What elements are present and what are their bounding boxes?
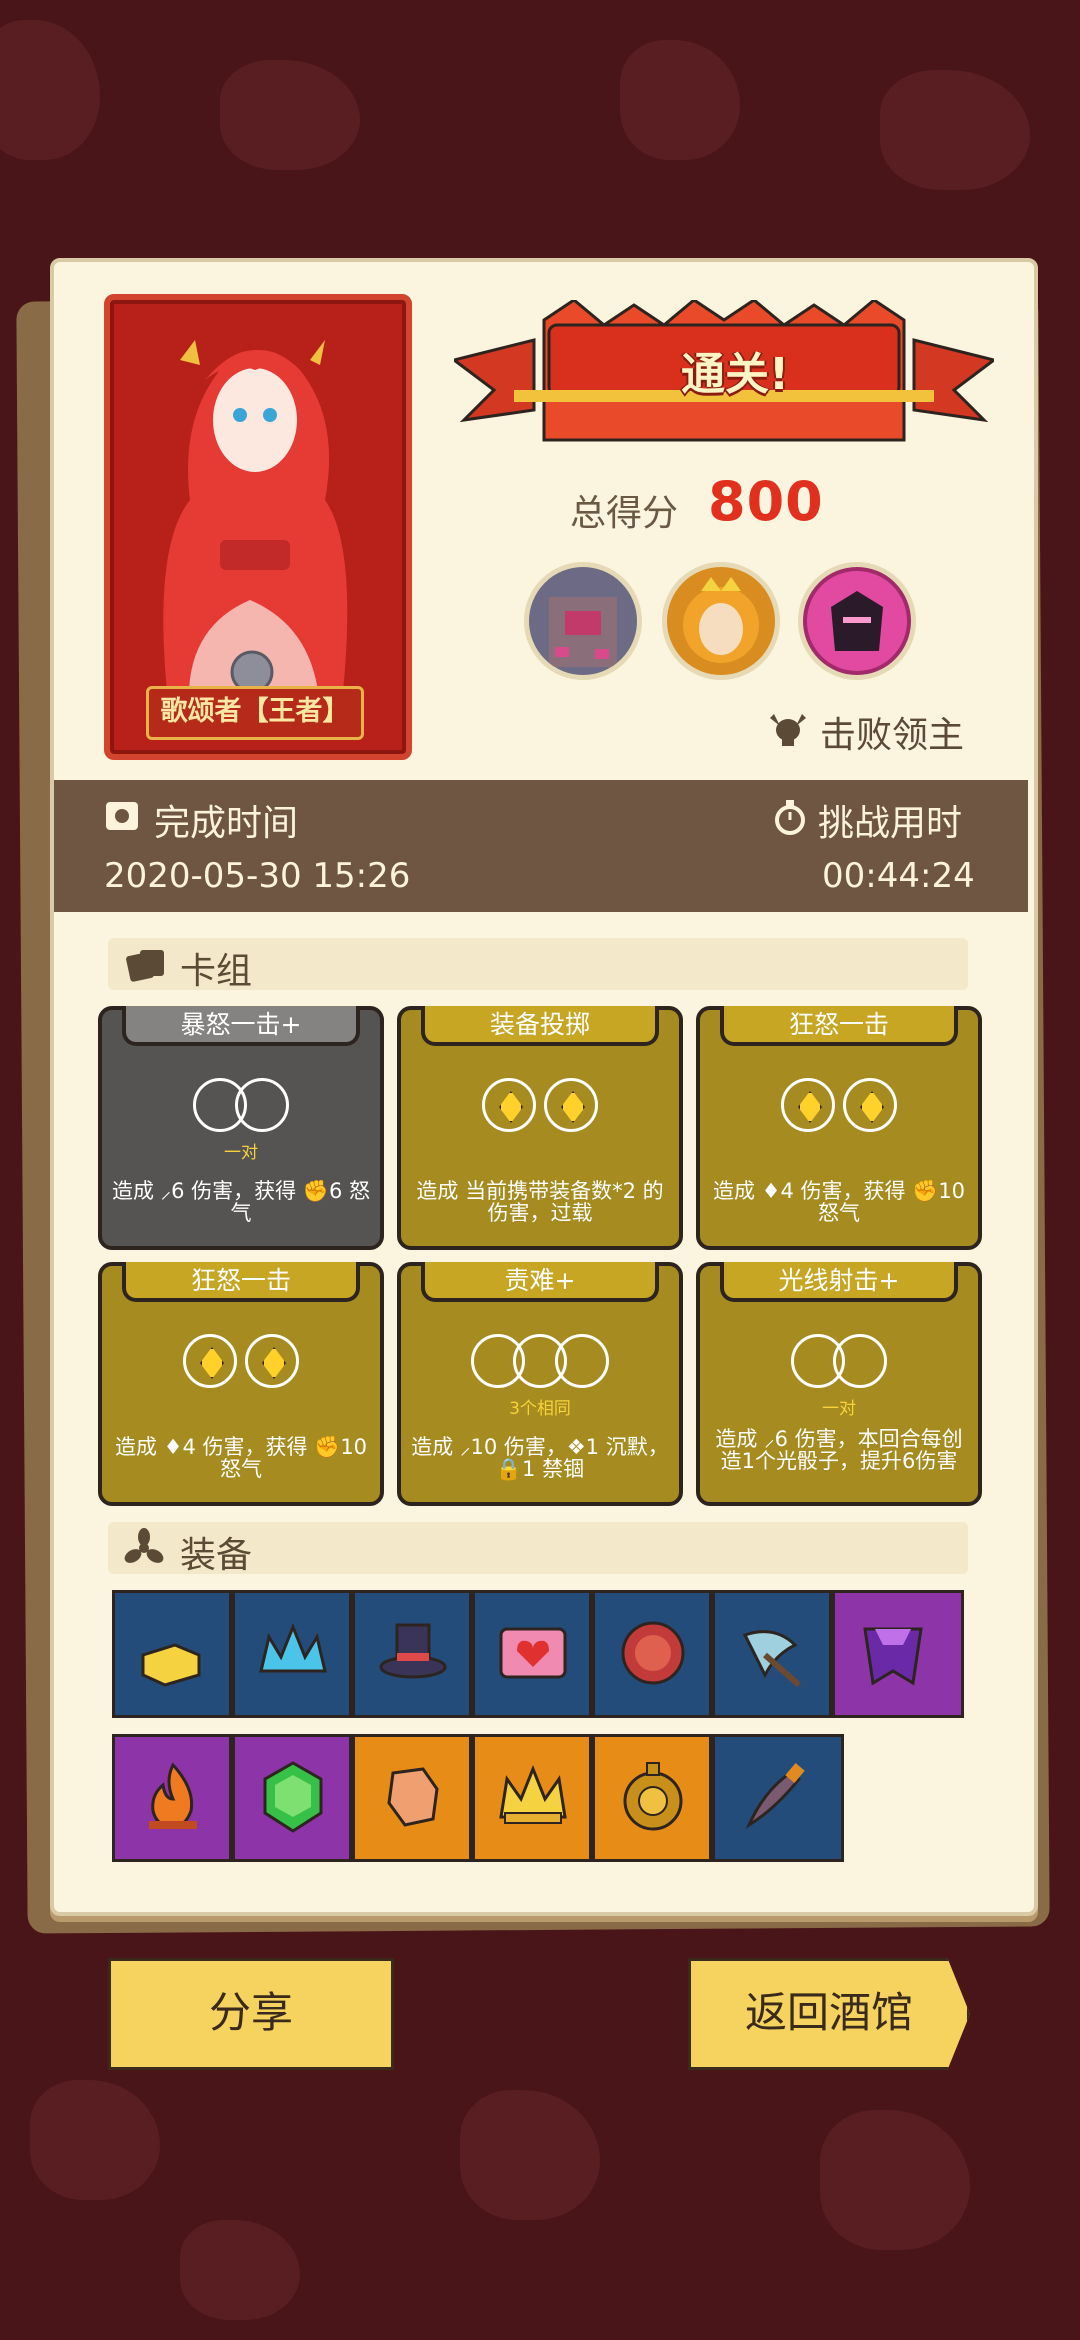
equipment-slot[interactable] xyxy=(232,1590,352,1718)
card-title: 装备投掷 xyxy=(421,1006,659,1046)
equipment-slot[interactable] xyxy=(592,1734,712,1862)
deck-title: 卡组 xyxy=(180,951,253,992)
equipment-slot[interactable] xyxy=(352,1734,472,1862)
skull-icon xyxy=(770,714,806,746)
dice-slot-icon xyxy=(833,1334,887,1388)
bg-decor xyxy=(0,20,100,160)
card-title: 光线射击+ xyxy=(720,1262,958,1302)
glove-icon xyxy=(387,1767,439,1827)
boss-portrait xyxy=(524,562,642,680)
deck-card[interactable]: 装备投掷 造成 当前携带装备数*2 的伤害，过载 xyxy=(397,1006,683,1250)
boss-portrait xyxy=(662,562,780,680)
gold-crown-icon xyxy=(499,1764,567,1824)
deck-card[interactable]: 狂怒一击 造成 ♦4 伤害，获得 ✊10 怒气 xyxy=(696,1006,982,1250)
dice-slot-icon xyxy=(235,1078,289,1132)
victory-title: 通关! xyxy=(680,349,790,400)
card-description: 造成 ⸝6 伤害，本回合每创造1个光骰子，提升6伤害 xyxy=(715,1427,963,1473)
axe-icon xyxy=(742,1630,801,1688)
shield-icon xyxy=(621,1621,685,1685)
dice-slots xyxy=(401,1334,679,1394)
duration-label: 挑战用时 xyxy=(818,803,963,844)
heart-box-icon xyxy=(499,1627,567,1679)
info-bar: 完成时间 2020-05-30 15:26 挑战用时 00:44:24 xyxy=(54,780,1028,912)
equipment-slot[interactable] xyxy=(112,1734,232,1862)
bg-decor xyxy=(820,2110,970,2250)
card-description: 造成 当前携带装备数*2 的伤害，过载 xyxy=(416,1179,664,1225)
score-label: 总得分 xyxy=(570,493,679,534)
deck-card[interactable]: 狂怒一击 造成 ♦4 伤害，获得 ✊10 怒气 xyxy=(98,1262,384,1506)
dice-slots xyxy=(700,1078,978,1138)
deck-section-header: 卡组 xyxy=(108,938,968,992)
boss-portrait xyxy=(798,562,916,680)
finish-time-label: 完成时间 xyxy=(154,803,299,844)
score-value: 800 xyxy=(708,470,824,533)
equipment-slot[interactable] xyxy=(712,1734,844,1862)
equipment-slot[interactable] xyxy=(712,1590,832,1718)
bg-decor xyxy=(30,2080,160,2200)
equipment-title: 装备 xyxy=(180,1535,253,1576)
deck-card[interactable]: 光线射击+ 一对 造成 ⸝6 伤害，本回合每创造1个光骰子，提升6伤害 xyxy=(696,1262,982,1506)
card-title: 暴怒一击+ xyxy=(122,1006,360,1046)
equipment-slot[interactable] xyxy=(352,1590,472,1718)
lion-king-icon xyxy=(683,577,759,663)
bg-decor xyxy=(460,2090,600,2220)
dice-slots xyxy=(401,1078,679,1138)
equipment-slot[interactable] xyxy=(472,1734,592,1862)
finish-time-value: 2020-05-30 15:26 xyxy=(104,856,411,896)
diamond-die-icon xyxy=(482,1078,536,1132)
propeller-icon xyxy=(124,1528,164,1563)
bg-decor xyxy=(880,70,1030,190)
stopwatch-icon xyxy=(775,800,805,835)
dice-requirement: 3个相同 xyxy=(509,1399,571,1419)
equipment-slot[interactable] xyxy=(592,1590,712,1718)
dice-slots xyxy=(102,1334,380,1394)
film-icon xyxy=(106,802,138,830)
purple-cloak-icon xyxy=(863,1627,923,1686)
card-description: 造成 ⸝6 伤害，获得 ✊6 怒气 xyxy=(111,1179,371,1225)
diamond-die-icon xyxy=(544,1078,598,1132)
card-description: 造成 ♦4 伤害，获得 ✊10 怒气 xyxy=(712,1179,966,1225)
bg-decor xyxy=(220,60,360,170)
medallion-icon xyxy=(623,1762,683,1831)
dice-requirement: 一对 xyxy=(224,1143,258,1163)
defeat-boss-label: 击败领主 xyxy=(820,715,965,756)
dark-knight-icon xyxy=(807,571,907,671)
deck-card[interactable]: 责难+ 3个相同 造成 ⸝10 伤害，❖1 沉默，🔒1 禁锢 xyxy=(397,1262,683,1506)
equipment-slot[interactable] xyxy=(472,1590,592,1718)
dice-slot-icon xyxy=(555,1334,609,1388)
card-title: 狂怒一击 xyxy=(720,1006,958,1046)
gold-bars-icon xyxy=(141,1643,201,1687)
card-description: 造成 ⸝10 伤害，❖1 沉默，🔒1 禁锢 xyxy=(411,1435,669,1481)
hero-portrait-icon xyxy=(163,340,348,720)
dice-slots xyxy=(102,1078,380,1138)
hero-name: 歌颂者【王者】 xyxy=(146,686,364,740)
ice-crown-icon xyxy=(259,1622,327,1673)
equipment-slot[interactable] xyxy=(832,1590,964,1718)
card-description: 造成 ♦4 伤害，获得 ✊10 怒气 xyxy=(114,1435,368,1481)
cards-icon xyxy=(126,950,164,982)
card-title: 狂怒一击 xyxy=(122,1262,360,1302)
equipment-section-header: 装备 xyxy=(108,1522,968,1576)
duration-value: 00:44:24 xyxy=(822,856,975,896)
diamond-die-icon xyxy=(781,1078,835,1132)
dice-requirement: 一对 xyxy=(822,1399,856,1419)
card-title: 责难+ xyxy=(421,1262,659,1302)
share-button[interactable]: 分享 xyxy=(108,1958,394,2070)
emerald-icon xyxy=(263,1761,323,1833)
back-to-tavern-button[interactable]: 返回酒馆 xyxy=(688,1958,970,2070)
equipment-slot[interactable] xyxy=(112,1590,232,1718)
diamond-die-icon xyxy=(843,1078,897,1132)
stone-golem-icon xyxy=(549,597,617,667)
dice-slots xyxy=(700,1334,978,1394)
flame-icon xyxy=(149,1762,197,1829)
dagger-icon xyxy=(745,1763,805,1829)
top-hat-icon xyxy=(379,1623,447,1679)
equipment-slot[interactable] xyxy=(232,1734,352,1862)
bg-decor xyxy=(180,2220,300,2320)
diamond-die-icon xyxy=(245,1334,299,1388)
bg-decor xyxy=(620,40,740,160)
diamond-die-icon xyxy=(183,1334,237,1388)
deck-card[interactable]: 暴怒一击+ 一对 造成 ⸝6 伤害，获得 ✊6 怒气 xyxy=(98,1006,384,1250)
